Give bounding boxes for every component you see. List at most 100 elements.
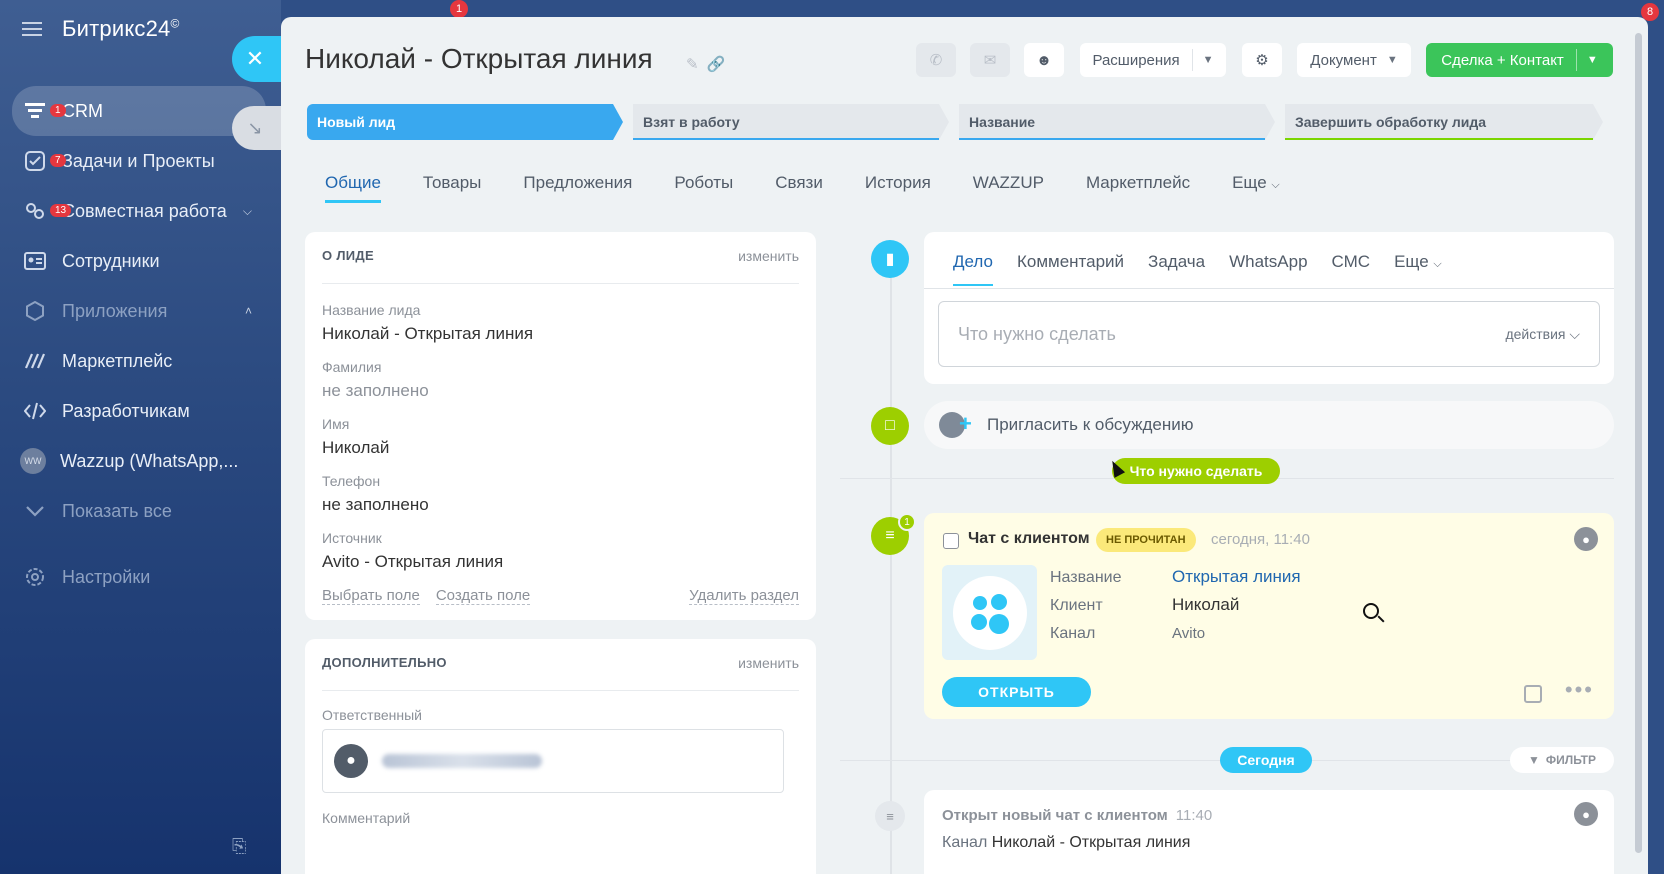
field-first-name[interactable]: Имя Николай — [322, 416, 389, 458]
card-header: ДОПОЛНИТЕЛЬНО изменить — [322, 655, 799, 691]
stage-name[interactable]: Название — [959, 104, 1277, 140]
field-last-name[interactable]: Фамилия не заполнено — [322, 359, 429, 401]
brand-logo[interactable]: Битрикс24© — [62, 16, 180, 42]
choose-field-link[interactable]: Выбрать поле — [322, 587, 420, 605]
tab-more[interactable]: Еще ⌵ — [1232, 173, 1280, 203]
menu-icon[interactable] — [22, 22, 42, 36]
minimize-icon: ↘ — [247, 117, 263, 138]
close-slider-button[interactable]: ✕ — [232, 36, 286, 82]
chevron-up-icon[interactable]: ˄ — [245, 304, 252, 318]
tab-activity[interactable]: Дело — [953, 252, 993, 286]
user-avatar-icon[interactable]: ● — [1574, 527, 1598, 551]
chat-key-channel: Канал — [1050, 625, 1096, 642]
tab-marketplace[interactable]: Маркетплейс — [1086, 173, 1190, 203]
sidebar-nav: 1 CRM 7 Задачи и Проекты 13 Совместная р… — [12, 86, 266, 602]
tab-offers[interactable]: Предложения — [523, 173, 632, 203]
openline-logo-icon — [942, 565, 1037, 660]
chevron-down-icon: ⌵ — [1271, 179, 1280, 191]
responsible-field[interactable]: ● — [322, 729, 784, 793]
pencil-icon[interactable]: ✎ — [686, 56, 707, 73]
settings-button[interactable]: ⚙ — [1242, 43, 1282, 77]
tab-products[interactable]: Товары — [423, 173, 481, 203]
tab-composer-more[interactable]: Еще ⌵ — [1394, 252, 1442, 286]
employees-icon — [24, 250, 46, 272]
email-button[interactable]: ✉ — [970, 43, 1010, 77]
sidebar-item-wazzup[interactable]: WW Wazzup (WhatsApp,... — [12, 436, 266, 486]
stage-in-work[interactable]: Взят в работу — [633, 104, 951, 140]
todo-input[interactable]: Что нужно сделать действия ⌵ — [938, 301, 1600, 367]
collab-icon: 13 — [24, 200, 72, 222]
todo-pill[interactable]: Что нужно сделать — [1112, 458, 1280, 484]
chat-activity-card: Чат с клиентом НЕ ПРОЧИТАН сегодня, 11:4… — [924, 513, 1614, 719]
lead-tabs: Общие Товары Предложения Роботы Связи Ис… — [325, 173, 1322, 203]
tab-comment[interactable]: Комментарий — [1017, 252, 1124, 286]
blurred-responsible-name — [382, 754, 542, 768]
sidebar-item-marketplace[interactable]: Маркетплейс — [12, 336, 266, 386]
tab-sms[interactable]: СМС — [1332, 252, 1371, 286]
more-icon[interactable]: ••• — [1565, 677, 1594, 703]
sidebar-item-apps[interactable]: Приложения ˄ — [12, 286, 266, 336]
openline-link[interactable]: Открытая линия — [1172, 567, 1301, 587]
sidebar-item-employees[interactable]: Сотрудники — [12, 236, 266, 286]
chat-title[interactable]: Чат с клиентом — [968, 530, 1090, 548]
minimize-slider-button[interactable]: ↘ — [232, 106, 286, 150]
create-field-link[interactable]: Создать поле — [435, 587, 531, 605]
tab-wazzup[interactable]: WAZZUP — [973, 173, 1044, 203]
invite-label: Пригласить к обсуждению — [987, 415, 1194, 434]
field-label: Комментарий — [322, 810, 411, 826]
actions-dropdown[interactable]: действия ⌵ — [1505, 326, 1580, 343]
openline-button[interactable]: ☻ — [1024, 43, 1064, 77]
filter-icon: ▼ — [1528, 753, 1540, 767]
sidebar-item-tasks[interactable]: 7 Задачи и Проекты — [12, 136, 266, 186]
printer-icon[interactable]: ⎘ — [232, 836, 246, 857]
chat-time: сегодня, 11:40 — [1211, 531, 1310, 548]
field-lead-name[interactable]: Название лида Николай - Открытая линия — [322, 302, 533, 344]
gear-icon — [24, 566, 46, 588]
edit-link[interactable]: изменить — [738, 655, 799, 690]
sidebar-item-collab[interactable]: 13 Совместная работа ⌵ — [12, 186, 266, 236]
sidebar-item-developers[interactable]: Разработчикам — [12, 386, 266, 436]
history-title: Открыт новый чат с клиентом 11:40 — [942, 807, 1212, 824]
extensions-button[interactable]: Расширения ▼ — [1080, 43, 1226, 77]
tab-links[interactable]: Связи — [775, 173, 823, 203]
lead-slider-panel: Николай - Открытая линия ✎🔗 ✆ ✉ ☻ Расшир… — [281, 17, 1648, 874]
link-icon[interactable]: 🔗 — [707, 56, 734, 73]
scrollbar[interactable] — [1635, 33, 1642, 853]
sidebar-item-settings[interactable]: Настройки — [12, 552, 266, 602]
sidebar-item-label: Настройки — [62, 566, 151, 587]
sidebar-item-label: Wazzup (WhatsApp,... — [60, 450, 239, 471]
filter-button[interactable]: ▼ ФИЛЬТР — [1510, 747, 1614, 773]
chat-counter-badge: 1 — [898, 513, 916, 531]
call-button[interactable]: ✆ — [916, 43, 956, 77]
card-title: ДОПОЛНИТЕЛЬНО — [322, 655, 447, 670]
tab-whatsapp[interactable]: WhatsApp — [1229, 252, 1307, 286]
add-user-icon: + — [939, 412, 979, 438]
sidebar-item-label: Приложения — [62, 300, 168, 321]
user-avatar-icon[interactable]: ● — [1574, 802, 1598, 826]
field-source[interactable]: Источник Avito - Открытая линия — [322, 530, 503, 572]
document-button[interactable]: Документ ▼ — [1297, 43, 1411, 77]
tab-general[interactable]: Общие — [325, 173, 381, 203]
deal-contact-label: Сделка + Контакт — [1441, 51, 1564, 69]
open-chat-button[interactable]: ОТКРЫТЬ — [942, 677, 1091, 707]
sidebar-item-label: Разработчикам — [62, 400, 190, 421]
stage-new-lead[interactable]: Новый лид — [307, 104, 625, 140]
tab-robots[interactable]: Роботы — [674, 173, 733, 203]
delete-section-link[interactable]: Удалить раздел — [689, 587, 799, 605]
sidebar-item-show-all[interactable]: Показать все — [12, 486, 266, 536]
field-responsible-label: Ответственный — [322, 707, 422, 723]
field-phone[interactable]: Телефон не заполнено — [322, 473, 429, 515]
complete-checkbox[interactable] — [943, 533, 959, 549]
stage-finish[interactable]: Завершить обработку лида — [1285, 104, 1605, 140]
deal-contact-button[interactable]: Сделка + Контакт ▼ — [1426, 43, 1613, 77]
tab-history[interactable]: История — [865, 173, 931, 203]
chevron-down-icon: ⌵ — [1569, 325, 1580, 342]
tab-task[interactable]: Задача — [1148, 252, 1205, 286]
sidebar-item-crm[interactable]: 1 CRM — [12, 86, 266, 136]
timeline-history-icon: ≡ — [875, 801, 905, 831]
edit-link[interactable]: изменить — [738, 248, 799, 283]
chevron-down-icon[interactable]: ⌵ — [243, 204, 252, 219]
invite-to-discussion[interactable]: + Пригласить к обсуждению — [924, 401, 1614, 449]
note-icon[interactable] — [1524, 685, 1542, 703]
field-value: Николай — [322, 438, 390, 457]
